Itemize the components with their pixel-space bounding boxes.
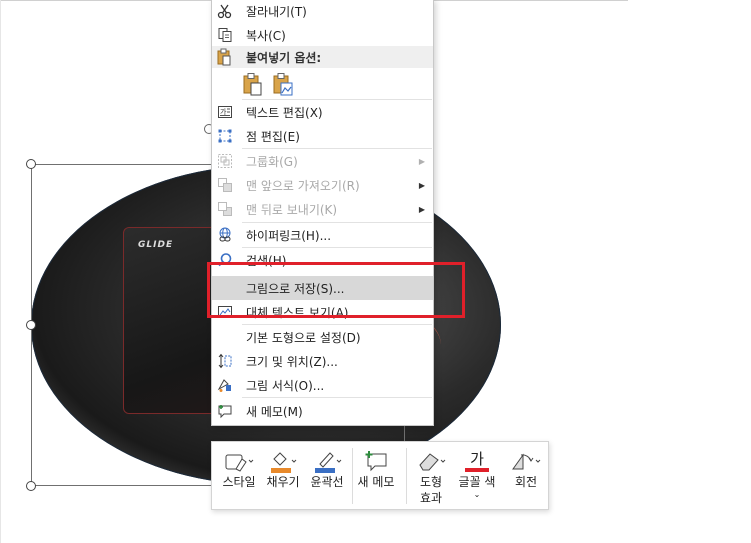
rotate-button[interactable]: 회전 [504, 442, 548, 509]
font-color-icon: 가 [452, 448, 502, 476]
style-label: 스타일 [222, 475, 256, 489]
menu-separator [242, 397, 432, 398]
outline-pen-icon [304, 448, 350, 476]
hyperlink-icon [216, 226, 234, 244]
menu-item-bring-to-front: 맨 앞으로 가져오기(R) ▶ [212, 173, 433, 197]
outline-label: 윤곽선 [310, 475, 344, 489]
fill-button[interactable]: 채우기 [262, 442, 304, 509]
menu-item-size-position[interactable]: 크기 및 위치(Z)... [212, 349, 433, 373]
group-icon [216, 152, 234, 170]
edit-points-icon [216, 127, 234, 145]
menu-item-label: 잘라내기(T) [246, 4, 307, 19]
resize-handle-bottom-left[interactable] [26, 481, 36, 491]
menu-item-label: 맨 뒤로 보내기(K) [246, 202, 338, 217]
submenu-arrow-icon: ▶ [418, 156, 425, 166]
new-memo-label: 새 메모 [357, 475, 395, 489]
paste-options-header: 붙여넣기 옵션: [212, 46, 433, 68]
fill-label: 채우기 [266, 475, 300, 489]
chevron-down-icon: ⌄ [473, 490, 481, 499]
text-edit-icon: 가 [216, 103, 234, 121]
format-picture-icon [216, 376, 234, 394]
menu-item-label: 그룹화(G) [246, 154, 298, 169]
scissors-icon [216, 2, 234, 20]
paste-options-label: 붙여넣기 옵션: [246, 51, 322, 65]
size-position-icon [216, 352, 234, 370]
svg-text:가: 가 [220, 107, 227, 116]
menu-item-hyperlink[interactable]: 하이퍼링크(H)... [212, 223, 433, 247]
paste-keep-source-icon[interactable] [242, 72, 264, 96]
menu-item-label: 점 편집(E) [246, 129, 300, 144]
paste-icon [216, 48, 234, 66]
new-memo-button[interactable]: 새 메모 [354, 442, 398, 509]
menu-item-label: 크기 및 위치(Z)... [246, 354, 338, 369]
mini-toolbar: 스타일 채우기 윤곽선 새 메모 도형 효과 가 글꼴 색 ⌄ 회전 [211, 441, 549, 510]
toolbar-separator [352, 448, 353, 504]
menu-item-label: 텍스트 편집(X) [246, 105, 323, 120]
font-color-button[interactable]: 가 글꼴 색 ⌄ [452, 442, 502, 509]
submenu-arrow-icon: ▶ [418, 204, 425, 214]
menu-item-format-picture[interactable]: 그림 서식(O)... [212, 373, 433, 397]
fill-bucket-icon [262, 448, 304, 476]
font-color-label: 글꼴 색 ⌄ [452, 474, 502, 500]
copy-icon [216, 26, 234, 44]
resize-handle-top-left[interactable] [26, 159, 36, 169]
menu-item-group: 그룹화(G) ▶ [212, 149, 433, 173]
menu-item-edit-text[interactable]: 가 텍스트 편집(X) [212, 100, 433, 124]
submenu-arrow-icon: ▶ [418, 180, 425, 190]
style-button[interactable]: 스타일 [216, 442, 262, 509]
shape-effects-label-line2: 효과 [419, 491, 443, 505]
new-memo-icon [354, 448, 398, 476]
font-color-text: 글꼴 색 [458, 475, 496, 489]
menu-item-new-comment[interactable]: 새 메모(M) [212, 399, 433, 423]
resize-handle-middle-left[interactable] [26, 320, 36, 330]
menu-item-cut[interactable]: 잘라내기(T) [212, 0, 433, 23]
menu-item-set-default-shape[interactable]: 기본 도형으로 설정(D) [212, 325, 433, 349]
rotate-label: 회전 [514, 475, 538, 489]
menu-item-label: 하이퍼링크(H)... [246, 228, 332, 243]
outline-button[interactable]: 윤곽선 [304, 442, 350, 509]
menu-item-label: 복사(C) [246, 28, 286, 43]
menu-item-edit-points[interactable]: 점 편집(E) [212, 124, 433, 148]
menu-item-send-to-back: 맨 뒤로 보내기(K) ▶ [212, 197, 433, 221]
shape-effects-button[interactable]: 도형 효과 [410, 442, 452, 509]
menu-item-copy[interactable]: 복사(C) [212, 23, 433, 47]
bring-front-icon [216, 176, 234, 194]
red-highlight-annotation [207, 262, 465, 318]
font-color-glyph: 가 [470, 450, 484, 468]
paste-as-picture-icon[interactable] [272, 72, 294, 96]
toolbar-separator [406, 448, 407, 504]
eraser-effects-icon [410, 448, 452, 476]
send-back-icon [216, 200, 234, 218]
shape-effects-label-line1: 도형 [419, 475, 443, 489]
menu-item-label: 맨 앞으로 가져오기(R) [246, 178, 360, 193]
new-comment-icon [216, 402, 234, 420]
rotate-icon [504, 448, 548, 476]
shape-style-icon [216, 448, 262, 476]
context-menu: 잘라내기(T) 복사(C) 붙여넣기 옵션: 가 텍스트 편집(X) 점 편집(… [211, 0, 434, 426]
menu-item-label: 기본 도형으로 설정(D) [246, 330, 361, 345]
shape-effects-label: 도형 효과 [410, 474, 452, 506]
menu-item-label: 새 메모(M) [246, 404, 303, 419]
menu-item-label: 그림 서식(O)... [246, 378, 325, 393]
